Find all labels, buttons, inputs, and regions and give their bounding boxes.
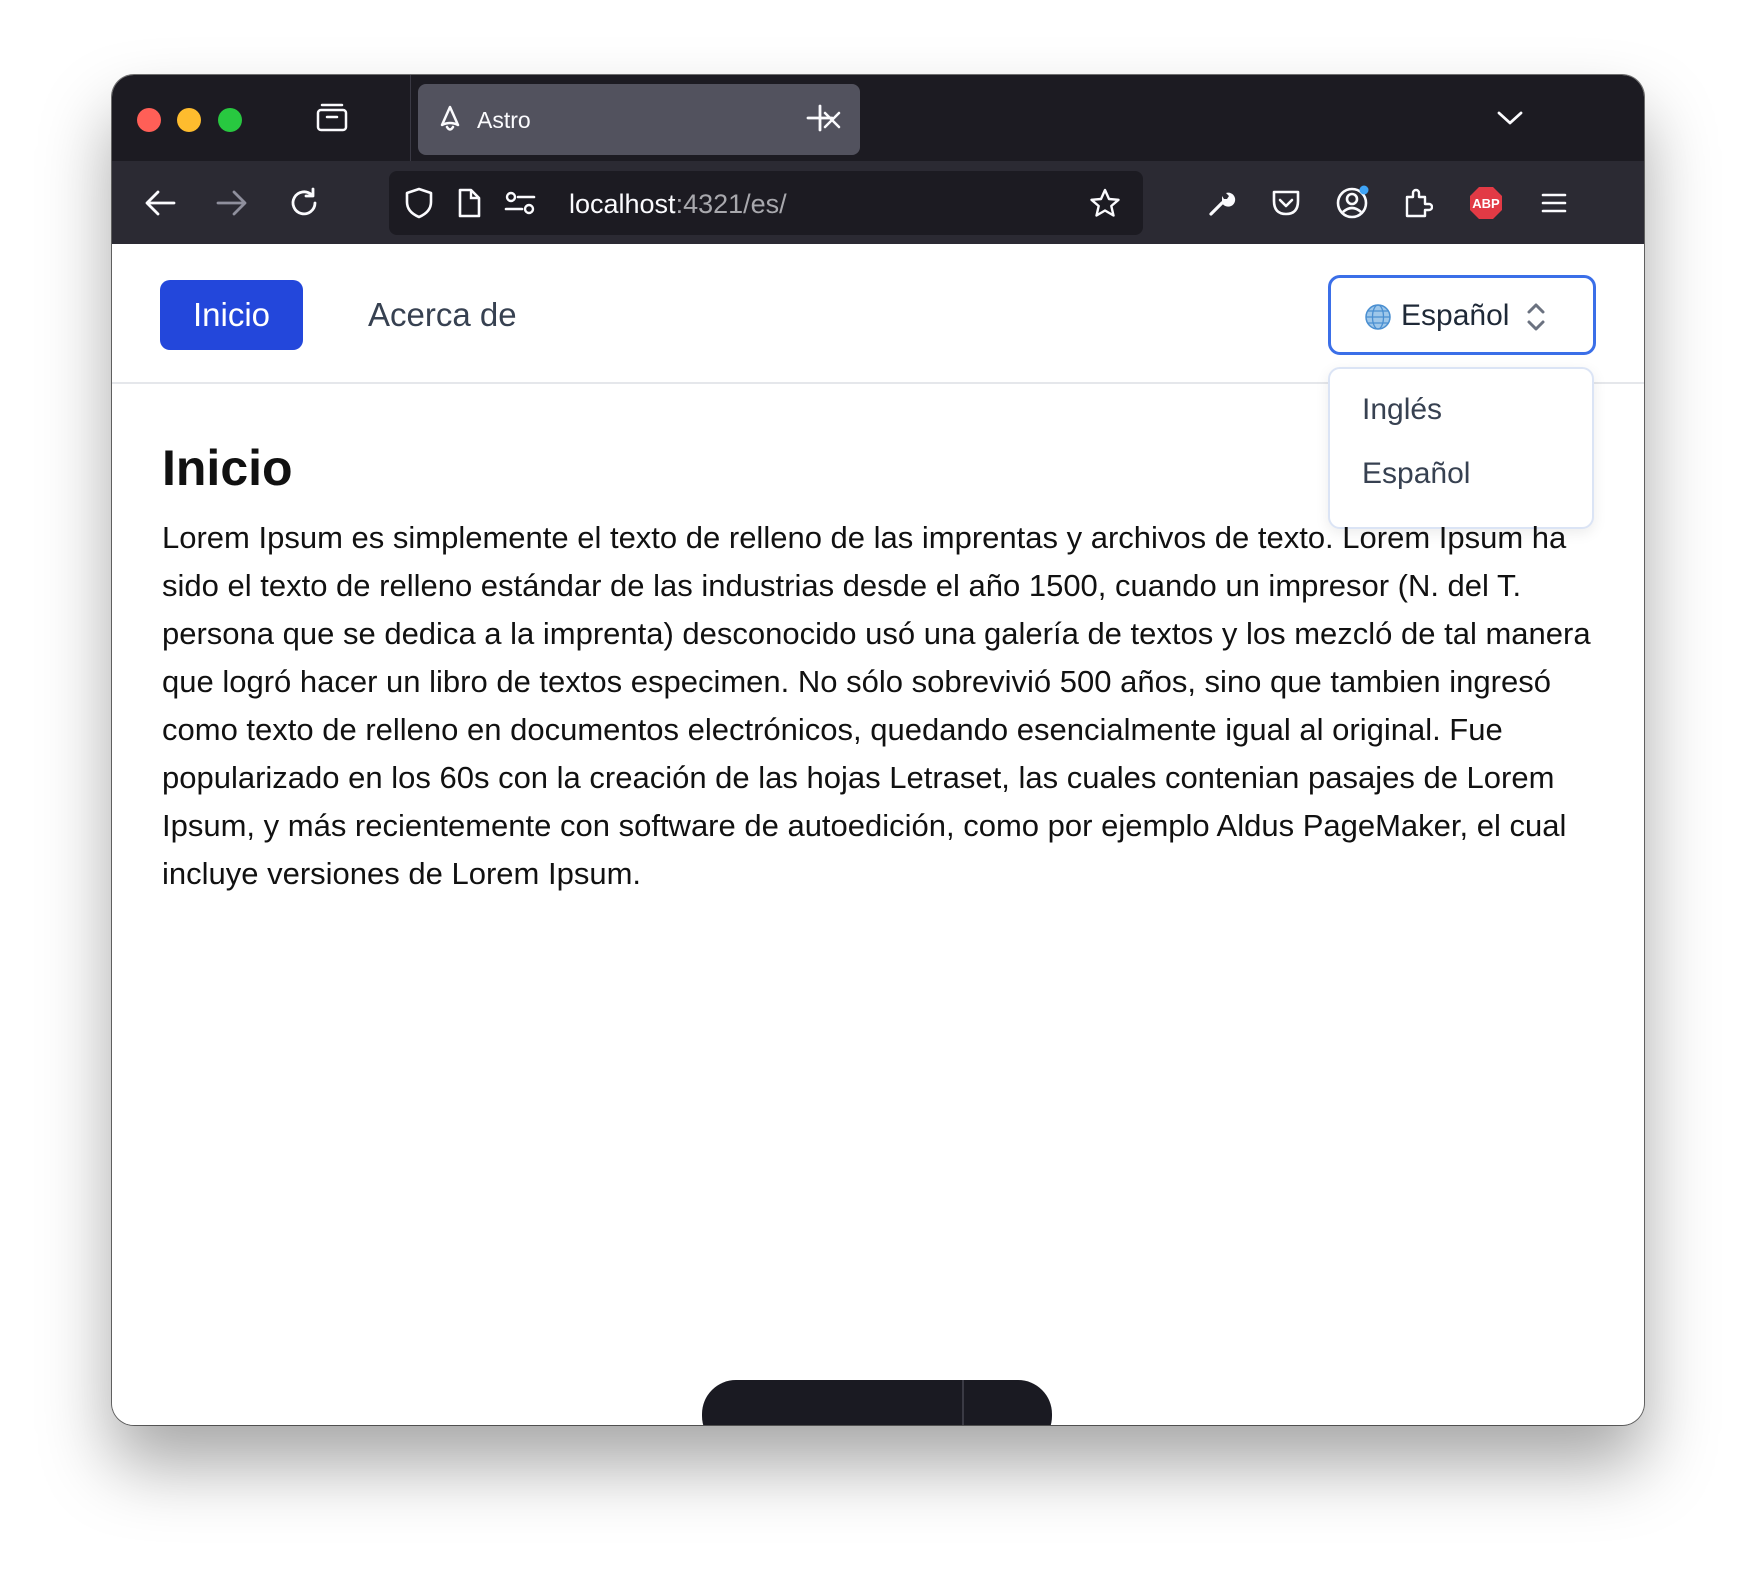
new-tab-icon[interactable] bbox=[802, 100, 838, 136]
wrench-icon[interactable] bbox=[1202, 183, 1242, 223]
tab-title: Astro bbox=[477, 107, 531, 133]
nav-about-link[interactable]: Acerca de bbox=[368, 296, 517, 334]
minimize-window-button[interactable] bbox=[177, 108, 201, 132]
pocket-icon[interactable] bbox=[1266, 183, 1306, 223]
language-option-ingles[interactable]: Inglés bbox=[1362, 393, 1442, 427]
site-permissions-icon[interactable] bbox=[501, 185, 539, 221]
tab-astro[interactable]: Astro bbox=[418, 84, 860, 155]
forward-arrow-icon[interactable] bbox=[212, 183, 252, 223]
tab-list-chevron-icon[interactable] bbox=[1492, 100, 1528, 136]
url-path: :4321/es/ bbox=[675, 189, 787, 219]
zoom-window-button[interactable] bbox=[218, 108, 242, 132]
url-text[interactable]: localhost:4321/es/ bbox=[569, 189, 787, 220]
dev-toolbar-divider bbox=[962, 1380, 964, 1425]
astro-logo-icon bbox=[436, 104, 464, 134]
shield-icon[interactable] bbox=[401, 185, 437, 221]
tab-overview-icon[interactable] bbox=[312, 97, 352, 137]
language-select[interactable]: Español bbox=[1328, 275, 1596, 355]
nav-toolbar: localhost:4321/es/ ABP bbox=[112, 161, 1644, 244]
page-icon[interactable] bbox=[453, 185, 485, 221]
chevron-updown-icon bbox=[1521, 299, 1551, 335]
url-host: localhost bbox=[569, 189, 676, 219]
tab-strip: Astro bbox=[112, 75, 1644, 161]
astro-dev-toolbar[interactable] bbox=[702, 1380, 1052, 1425]
reload-icon[interactable] bbox=[284, 183, 324, 223]
page-content: Inicio Acerca de Español Inglés Español … bbox=[112, 244, 1644, 1425]
bookmark-star-icon[interactable] bbox=[1087, 185, 1123, 221]
language-dropdown: Inglés Español bbox=[1328, 367, 1594, 529]
back-arrow-icon[interactable] bbox=[140, 183, 180, 223]
close-window-button[interactable] bbox=[137, 108, 161, 132]
account-icon[interactable] bbox=[1330, 181, 1374, 225]
site-nav: Inicio Acerca de Español bbox=[112, 244, 1644, 384]
adblock-badge-text: ABP bbox=[1472, 195, 1500, 211]
url-bar[interactable]: localhost:4321/es/ bbox=[389, 171, 1143, 235]
nav-home-button[interactable]: Inicio bbox=[160, 280, 303, 350]
extensions-icon[interactable] bbox=[1398, 183, 1438, 223]
globe-icon bbox=[1363, 302, 1393, 332]
language-option-espanol[interactable]: Español bbox=[1362, 457, 1470, 491]
body-paragraph: Lorem Ipsum es simplemente el texto de r… bbox=[162, 520, 1591, 891]
tab-separator bbox=[410, 75, 411, 161]
adblock-icon[interactable]: ABP bbox=[1464, 181, 1508, 225]
page-title: Inicio bbox=[162, 440, 293, 496]
menu-icon[interactable] bbox=[1534, 183, 1574, 223]
browser-window: Astro localhost:4321/es/ ABP Inicio Acer… bbox=[112, 75, 1644, 1425]
language-select-value: Español bbox=[1401, 299, 1510, 332]
